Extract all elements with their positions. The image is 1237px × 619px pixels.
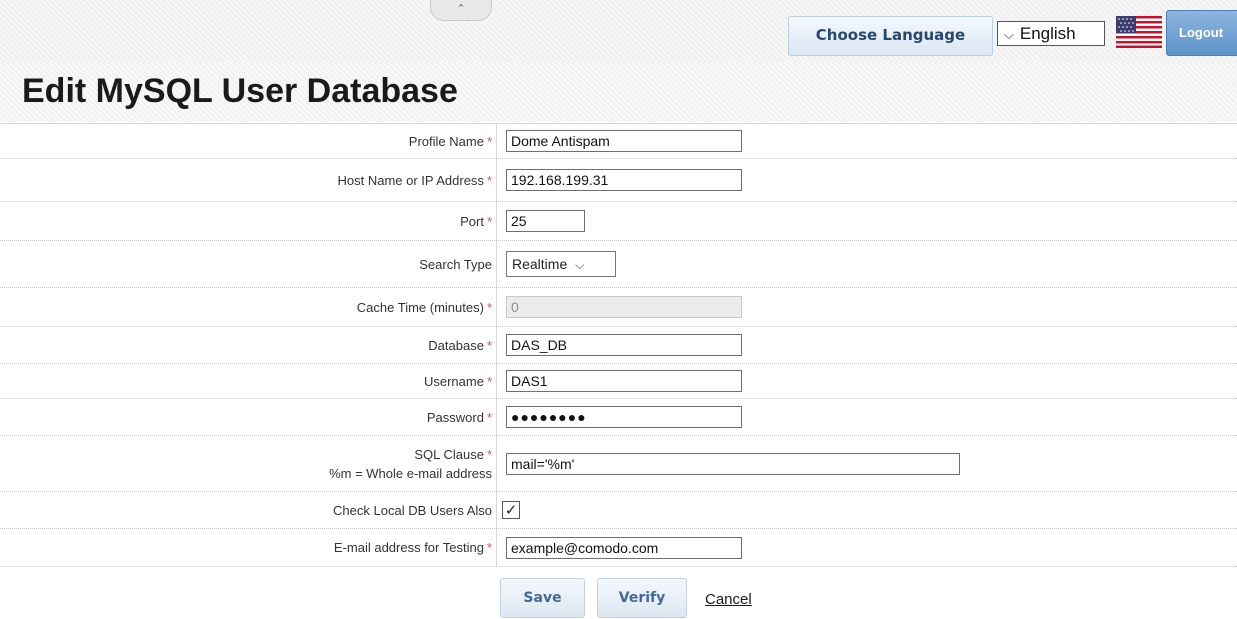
port-input[interactable]: 25 bbox=[506, 210, 585, 232]
form-row-password: Password * ●●●●●●●● bbox=[0, 399, 1237, 436]
form-row-database: Database * DAS_DB bbox=[0, 327, 1237, 364]
form-row-cache-time: Cache Time (minutes) * 0 bbox=[0, 288, 1237, 327]
form-row-check-local: Check Local DB Users Also ✓ bbox=[0, 492, 1237, 529]
required-marker: * bbox=[486, 133, 492, 149]
required-marker: * bbox=[486, 540, 492, 555]
checkmark-icon: ✓ bbox=[504, 501, 518, 519]
search-type-label: Search Type bbox=[419, 256, 492, 272]
port-label: Port bbox=[460, 213, 484, 229]
page-title: Edit MySQL User Database bbox=[22, 72, 458, 110]
cache-time-label: Cache Time (minutes) bbox=[356, 299, 484, 315]
form-row-search-type: Search Type Realtime ⌵ bbox=[0, 241, 1237, 288]
host-input[interactable]: 192.168.199.31 bbox=[506, 169, 742, 191]
chevron-down-icon: ⌵ bbox=[1004, 28, 1014, 43]
required-marker: * bbox=[486, 172, 492, 188]
form-row-username: Username * DAS1 bbox=[0, 364, 1237, 399]
form-actions: Save Verify Cancel bbox=[0, 575, 1237, 619]
search-type-value: Realtime bbox=[512, 256, 568, 272]
username-input[interactable]: DAS1 bbox=[506, 370, 742, 392]
sql-clause-label: SQL Clause bbox=[414, 446, 484, 462]
chevron-up-icon: ⌃ bbox=[456, 2, 466, 15]
test-email-input[interactable]: example@comodo.com bbox=[506, 536, 742, 559]
check-local-label: Check Local DB Users Also bbox=[333, 502, 492, 518]
chevron-down-icon: ⌵ bbox=[575, 258, 585, 272]
database-label: Database bbox=[428, 337, 484, 353]
required-marker: * bbox=[486, 337, 492, 353]
mysql-user-db-form: Profile Name * Dome Antispam Host Name or… bbox=[0, 123, 1237, 567]
required-marker: * bbox=[486, 409, 492, 425]
required-marker: * bbox=[486, 213, 492, 229]
required-marker: * bbox=[486, 299, 492, 315]
required-marker: * bbox=[486, 446, 492, 462]
required-marker: * bbox=[486, 373, 492, 389]
collapse-header-tab[interactable]: ⌃ bbox=[430, 0, 492, 21]
choose-language-button[interactable]: Choose Language bbox=[788, 16, 993, 56]
search-type-select[interactable]: Realtime ⌵ bbox=[506, 251, 616, 277]
password-input[interactable]: ●●●●●●●● bbox=[506, 406, 742, 428]
check-local-checkbox[interactable]: ✓ bbox=[502, 501, 520, 519]
sql-clause-input[interactable]: mail='%m' bbox=[506, 452, 960, 475]
password-label: Password bbox=[426, 409, 484, 425]
logout-button[interactable]: Logout bbox=[1166, 10, 1237, 56]
verify-button[interactable]: Verify bbox=[597, 578, 687, 618]
database-input[interactable]: DAS_DB bbox=[506, 334, 742, 356]
form-row-host: Host Name or IP Address * 192.168.199.31 bbox=[0, 159, 1237, 202]
cancel-link[interactable]: Cancel bbox=[705, 591, 752, 608]
profile-name-input[interactable]: Dome Antispam bbox=[506, 130, 742, 152]
form-row-port: Port * 25 bbox=[0, 202, 1237, 241]
form-row-test-email: E-mail address for Testing * example@como… bbox=[0, 529, 1237, 567]
form-row-profile-name: Profile Name * Dome Antispam bbox=[0, 124, 1237, 159]
us-flag-icon bbox=[1116, 16, 1162, 48]
sql-clause-hint: %m = Whole e-mail address bbox=[329, 465, 492, 481]
username-label: Username bbox=[423, 373, 484, 389]
language-select[interactable]: ⌵ English bbox=[997, 21, 1105, 46]
language-selected-value: English bbox=[1019, 24, 1076, 43]
form-row-sql-clause: SQL Clause * %m = Whole e-mail address ma… bbox=[0, 436, 1237, 492]
cache-time-input: 0 bbox=[506, 296, 742, 318]
host-label: Host Name or IP Address bbox=[337, 172, 484, 188]
save-button[interactable]: Save bbox=[500, 578, 585, 618]
test-email-label: E-mail address for Testing bbox=[333, 540, 484, 555]
profile-name-label: Profile Name bbox=[408, 133, 484, 149]
